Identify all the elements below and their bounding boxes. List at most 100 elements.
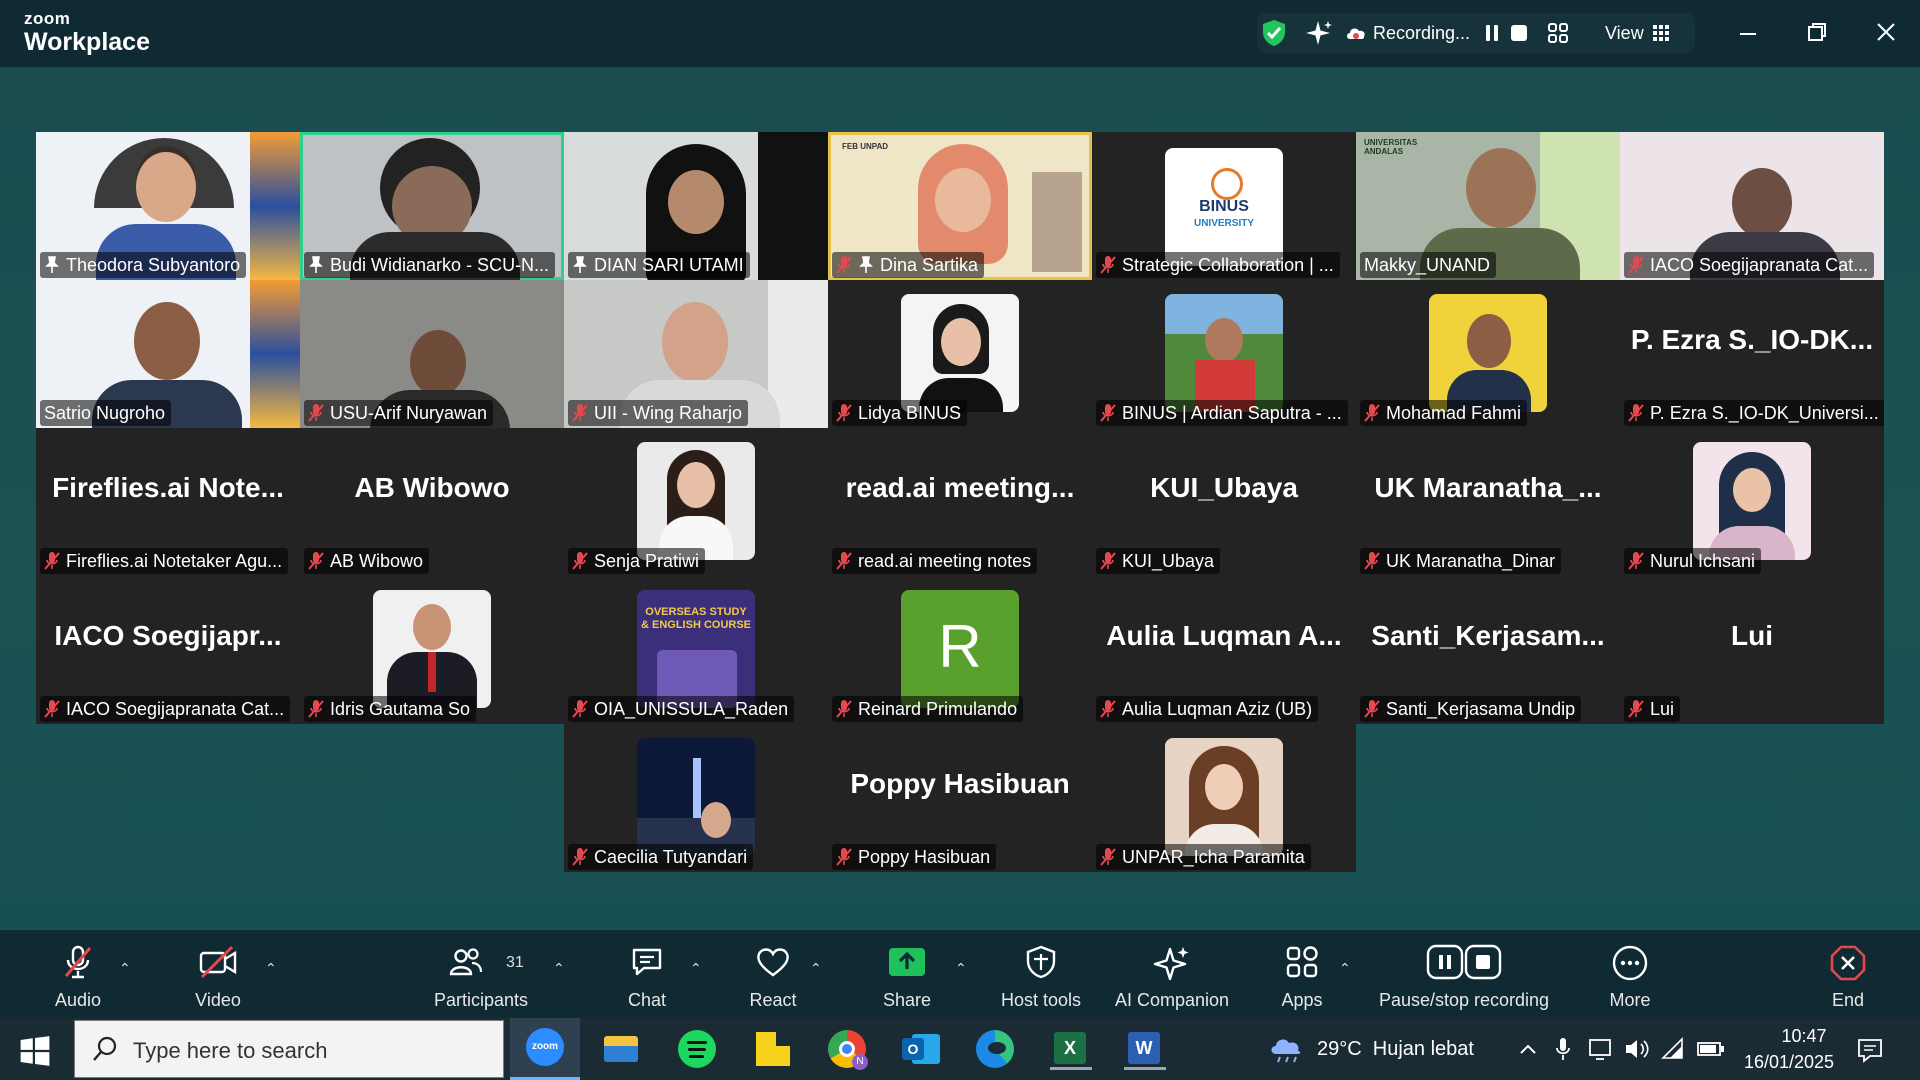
participant-tile[interactable]: UK Maranatha_... UK Maranatha_Dinar: [1356, 428, 1620, 576]
participant-tile[interactable]: Lui Lui: [1620, 576, 1884, 724]
react-options-caret-icon[interactable]: ⌃: [810, 960, 822, 977]
security-shield-icon[interactable]: [1257, 16, 1291, 50]
notifications-icon[interactable]: [1856, 1036, 1884, 1064]
host-tools-button[interactable]: Host tools: [990, 930, 1092, 1018]
stop-recording-icon[interactable]: [1508, 22, 1530, 44]
clock-time[interactable]: 10:47: [1760, 1026, 1848, 1047]
minimize-icon[interactable]: [1736, 22, 1760, 46]
participant-tile[interactable]: UII - Wing Raharjo: [564, 280, 828, 428]
pause-stop-recording-button[interactable]: Pause/stop recording: [1374, 930, 1554, 1018]
participant-tile[interactable]: USU-Arif Nuryawan: [300, 280, 564, 428]
windows-start-icon[interactable]: [14, 1030, 56, 1072]
taskbar-search-box[interactable]: Type here to search: [74, 1020, 504, 1078]
participant-tile[interactable]: KUI_Ubaya KUI_Ubaya: [1092, 428, 1356, 576]
chat-button[interactable]: Chat: [610, 930, 684, 1018]
apps-options-caret-icon[interactable]: ⌃: [1339, 960, 1351, 977]
participants-options-caret-icon[interactable]: ⌃: [553, 960, 565, 977]
pin-icon: [573, 256, 587, 273]
ai-sparkle-icon[interactable]: [1303, 18, 1333, 48]
muted-mic-icon: [44, 552, 60, 570]
share-button[interactable]: Share: [868, 930, 946, 1018]
participant-tile[interactable]: DIAN SARI UTAMI: [564, 132, 828, 280]
microphone-tray-icon[interactable]: [1553, 1036, 1573, 1062]
pause-recording-icon[interactable]: [1481, 22, 1503, 44]
participant-tile[interactable]: R Reinard Primulando: [828, 576, 1092, 724]
muted-mic-icon: [836, 700, 852, 718]
outlook-icon[interactable]: O: [900, 1028, 942, 1070]
recording-pill: Recording... View: [1257, 13, 1695, 53]
brand-large: Workplace: [24, 28, 150, 56]
pin-icon: [859, 256, 873, 273]
restore-icon[interactable]: [1805, 20, 1829, 44]
share-options-caret-icon[interactable]: ⌃: [955, 960, 967, 977]
participant-tile[interactable]: Theodora Subyantoro: [36, 132, 300, 280]
participant-tile[interactable]: Satrio Nugroho: [36, 280, 300, 428]
participant-tile[interactable]: Aulia Luqman A... Aulia Luqman Aziz (UB): [1092, 576, 1356, 724]
participant-tile[interactable]: Idris Gautama So: [300, 576, 564, 724]
participant-tile[interactable]: read.ai meeting... read.ai meeting notes: [828, 428, 1092, 576]
file-explorer-icon[interactable]: [600, 1028, 642, 1070]
meeting-toolbar: Audio ⌃ Video ⌃ 31 Participants ⌃ Chat ⌃: [0, 930, 1920, 1018]
audio-button[interactable]: Audio: [40, 930, 116, 1018]
more-button[interactable]: More: [1590, 930, 1670, 1018]
participant-tile[interactable]: IACO Soegijapranata Cat...: [1620, 132, 1884, 280]
participant-name: read.ai meeting notes: [858, 551, 1032, 571]
pin-icon: [309, 256, 323, 273]
weather-text[interactable]: 29°C Hujan lebat: [1317, 1038, 1474, 1061]
binus-logo-sub: UNIVERSITY: [1193, 218, 1254, 229]
end-button[interactable]: End: [1810, 930, 1886, 1018]
sticky-notes-icon[interactable]: [752, 1028, 794, 1070]
participant-name: Nurul Ichsani: [1650, 551, 1756, 571]
muted-mic-icon: [1364, 700, 1380, 718]
taskbar-zoom-app[interactable]: zoom: [510, 1018, 580, 1080]
wifi-icon[interactable]: [1660, 1036, 1686, 1062]
edge-icon[interactable]: [974, 1028, 1016, 1070]
view-button[interactable]: View: [1605, 23, 1644, 44]
participant-tile[interactable]: OVERSEAS STUDY & ENGLISH COURSE OIA_UNIS…: [564, 576, 828, 724]
participant-tile[interactable]: Mohamad Fahmi: [1356, 280, 1620, 428]
avatar: R: [901, 590, 1019, 708]
volume-icon[interactable]: [1623, 1036, 1649, 1062]
participant-tile[interactable]: Fireflies.ai Note... Fireflies.ai Noteta…: [36, 428, 300, 576]
apps-button[interactable]: Apps: [1264, 930, 1340, 1018]
participant-tile[interactable]: Nurul Ichsani: [1620, 428, 1884, 576]
participant-tile[interactable]: Caecilia Tutyandari: [564, 724, 828, 872]
chevron-up-icon[interactable]: [1517, 1038, 1539, 1060]
participant-tile[interactable]: UNIVERSITAS ANDALAS Makky_UNAND: [1356, 132, 1620, 280]
excel-icon[interactable]: X: [1050, 1028, 1092, 1070]
battery-icon[interactable]: [1696, 1038, 1726, 1060]
participant-tile[interactable]: FEB UNPAD Dina Sartika: [828, 132, 1092, 280]
spotify-icon[interactable]: [676, 1028, 718, 1070]
participant-name: UK Maranatha_Dinar: [1386, 551, 1556, 571]
participant-tile[interactable]: Senja Pratiwi: [564, 428, 828, 576]
participant-tile[interactable]: IACO Soegijapr... IACO Soegijapranata Ca…: [36, 576, 300, 724]
participant-tile[interactable]: Budi Widianarko - SCU-N...: [300, 132, 564, 280]
apps-icon: [1286, 946, 1318, 978]
display-tray-icon[interactable]: [1587, 1036, 1613, 1062]
ai-companion-button[interactable]: AI Companion: [1110, 930, 1234, 1018]
participants-button[interactable]: 31 Participants: [420, 930, 542, 1018]
participant-tile[interactable]: Lidya BINUS: [828, 280, 1092, 428]
react-button[interactable]: React: [732, 930, 814, 1018]
participant-tile[interactable]: AB Wibowo AB Wibowo: [300, 428, 564, 576]
pin-icon: [45, 256, 59, 273]
view-grid-icon[interactable]: [1652, 24, 1670, 42]
participant-tile[interactable]: BINUS | Ardian Saputra - ...: [1092, 280, 1356, 428]
chat-options-caret-icon[interactable]: ⌃: [690, 960, 702, 977]
chat-label: Chat: [627, 990, 667, 1010]
clock-date[interactable]: 16/01/2025: [1734, 1052, 1844, 1073]
chrome-icon[interactable]: N: [826, 1028, 868, 1070]
more-label: More: [1609, 990, 1651, 1010]
participant-tile[interactable]: BINUS UNIVERSITY Strategic Collaboration…: [1092, 132, 1356, 280]
participant-tile[interactable]: Santi_Kerjasam... Santi_Kerjasama Undip: [1356, 576, 1620, 724]
participant-tile[interactable]: UNPAR_Icha Paramita: [1092, 724, 1356, 872]
video-options-caret-icon[interactable]: ⌃: [265, 960, 277, 977]
participant-display-name: Aulia Luqman A...: [1106, 620, 1342, 651]
close-icon[interactable]: [1874, 20, 1898, 44]
video-button[interactable]: Video: [180, 930, 256, 1018]
layout-grid-icon[interactable]: [1546, 21, 1570, 45]
word-icon[interactable]: W: [1124, 1028, 1166, 1070]
audio-options-caret-icon[interactable]: ⌃: [119, 960, 131, 977]
participant-tile[interactable]: P. Ezra S._IO-DK... P. Ezra S._IO-DK_Uni…: [1620, 280, 1884, 428]
participant-tile[interactable]: Poppy Hasibuan Poppy Hasibuan: [828, 724, 1092, 872]
